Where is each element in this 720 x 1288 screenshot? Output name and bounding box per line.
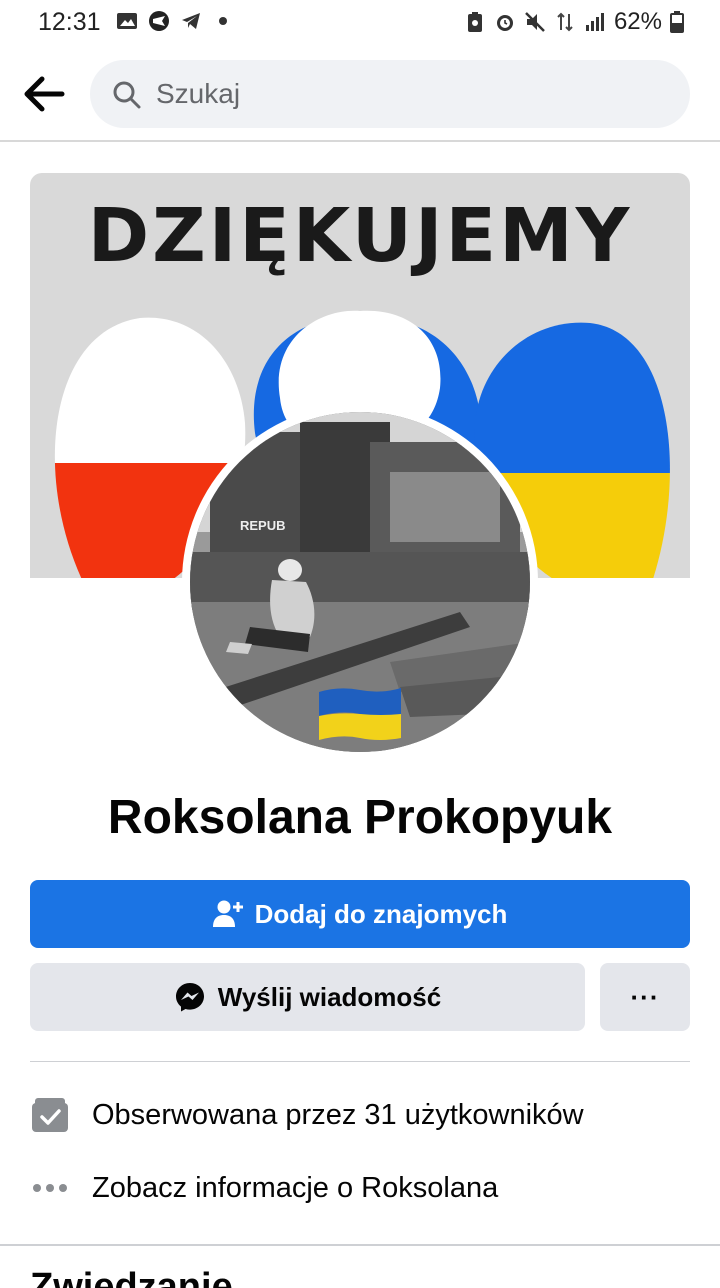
profile-name: Roksolana Prokopyuk — [107, 791, 613, 844]
app-notification-icon — [149, 11, 169, 31]
battery-level: 62% — [613, 8, 662, 35]
search-bar[interactable] — [90, 60, 690, 128]
telegram-icon — [182, 13, 200, 29]
add-friend-icon — [212, 900, 243, 927]
data-transfer-icon — [557, 12, 573, 32]
avatar-photo: REPUB — [190, 412, 530, 752]
back-arrow-icon — [24, 76, 65, 112]
gallery-icon — [117, 13, 137, 29]
divider — [30, 1061, 690, 1062]
followers-row: Obserwowana przez 31 użytkowników — [30, 1090, 690, 1140]
search-input[interactable] — [156, 74, 656, 114]
more-options-button[interactable]: ··· — [600, 963, 690, 1031]
followers-text: Obserwowana przez 31 użytkowników — [92, 1098, 584, 1131]
cover-title: DZIĘKUJEMY — [87, 193, 633, 279]
status-bar: 12:31 62% — [0, 0, 720, 46]
search-icon — [113, 81, 141, 109]
send-message-button[interactable]: Wyślij wiadomość — [30, 963, 585, 1031]
add-friend-button[interactable]: Dodaj do znajomych — [30, 880, 690, 948]
status-time: 12:31 — [38, 8, 101, 36]
dot-icon — [219, 17, 227, 25]
alarm-icon — [496, 15, 513, 31]
status-notification-icons — [116, 10, 234, 32]
battery-icon — [670, 11, 684, 33]
about-link-text: Zobacz informacje o Roksolana — [92, 1171, 499, 1204]
messenger-icon — [175, 983, 204, 1012]
status-system-icons: 62% — [464, 8, 684, 36]
battery-saver-icon — [467, 12, 482, 32]
mute-icon — [525, 12, 545, 32]
signal-icon — [585, 13, 604, 31]
about-row[interactable]: Zobacz informacje o Roksolana — [30, 1163, 690, 1213]
send-message-label: Wyślij wiadomość — [217, 981, 442, 1012]
avatar-wall-text: REPUB — [240, 518, 286, 533]
back-button[interactable] — [22, 72, 68, 116]
add-friend-label: Dodaj do znajomych — [254, 898, 508, 929]
section-divider — [0, 1244, 720, 1246]
profile-avatar[interactable]: REPUB — [182, 404, 538, 760]
section-title: Zwiedzanie — [30, 1266, 233, 1288]
more-options-icon: ··· — [630, 981, 660, 1012]
more-dots-icon — [30, 1168, 70, 1208]
followers-icon — [30, 1095, 70, 1135]
ukraine-flag-icon — [319, 688, 401, 740]
search-header — [0, 46, 720, 142]
